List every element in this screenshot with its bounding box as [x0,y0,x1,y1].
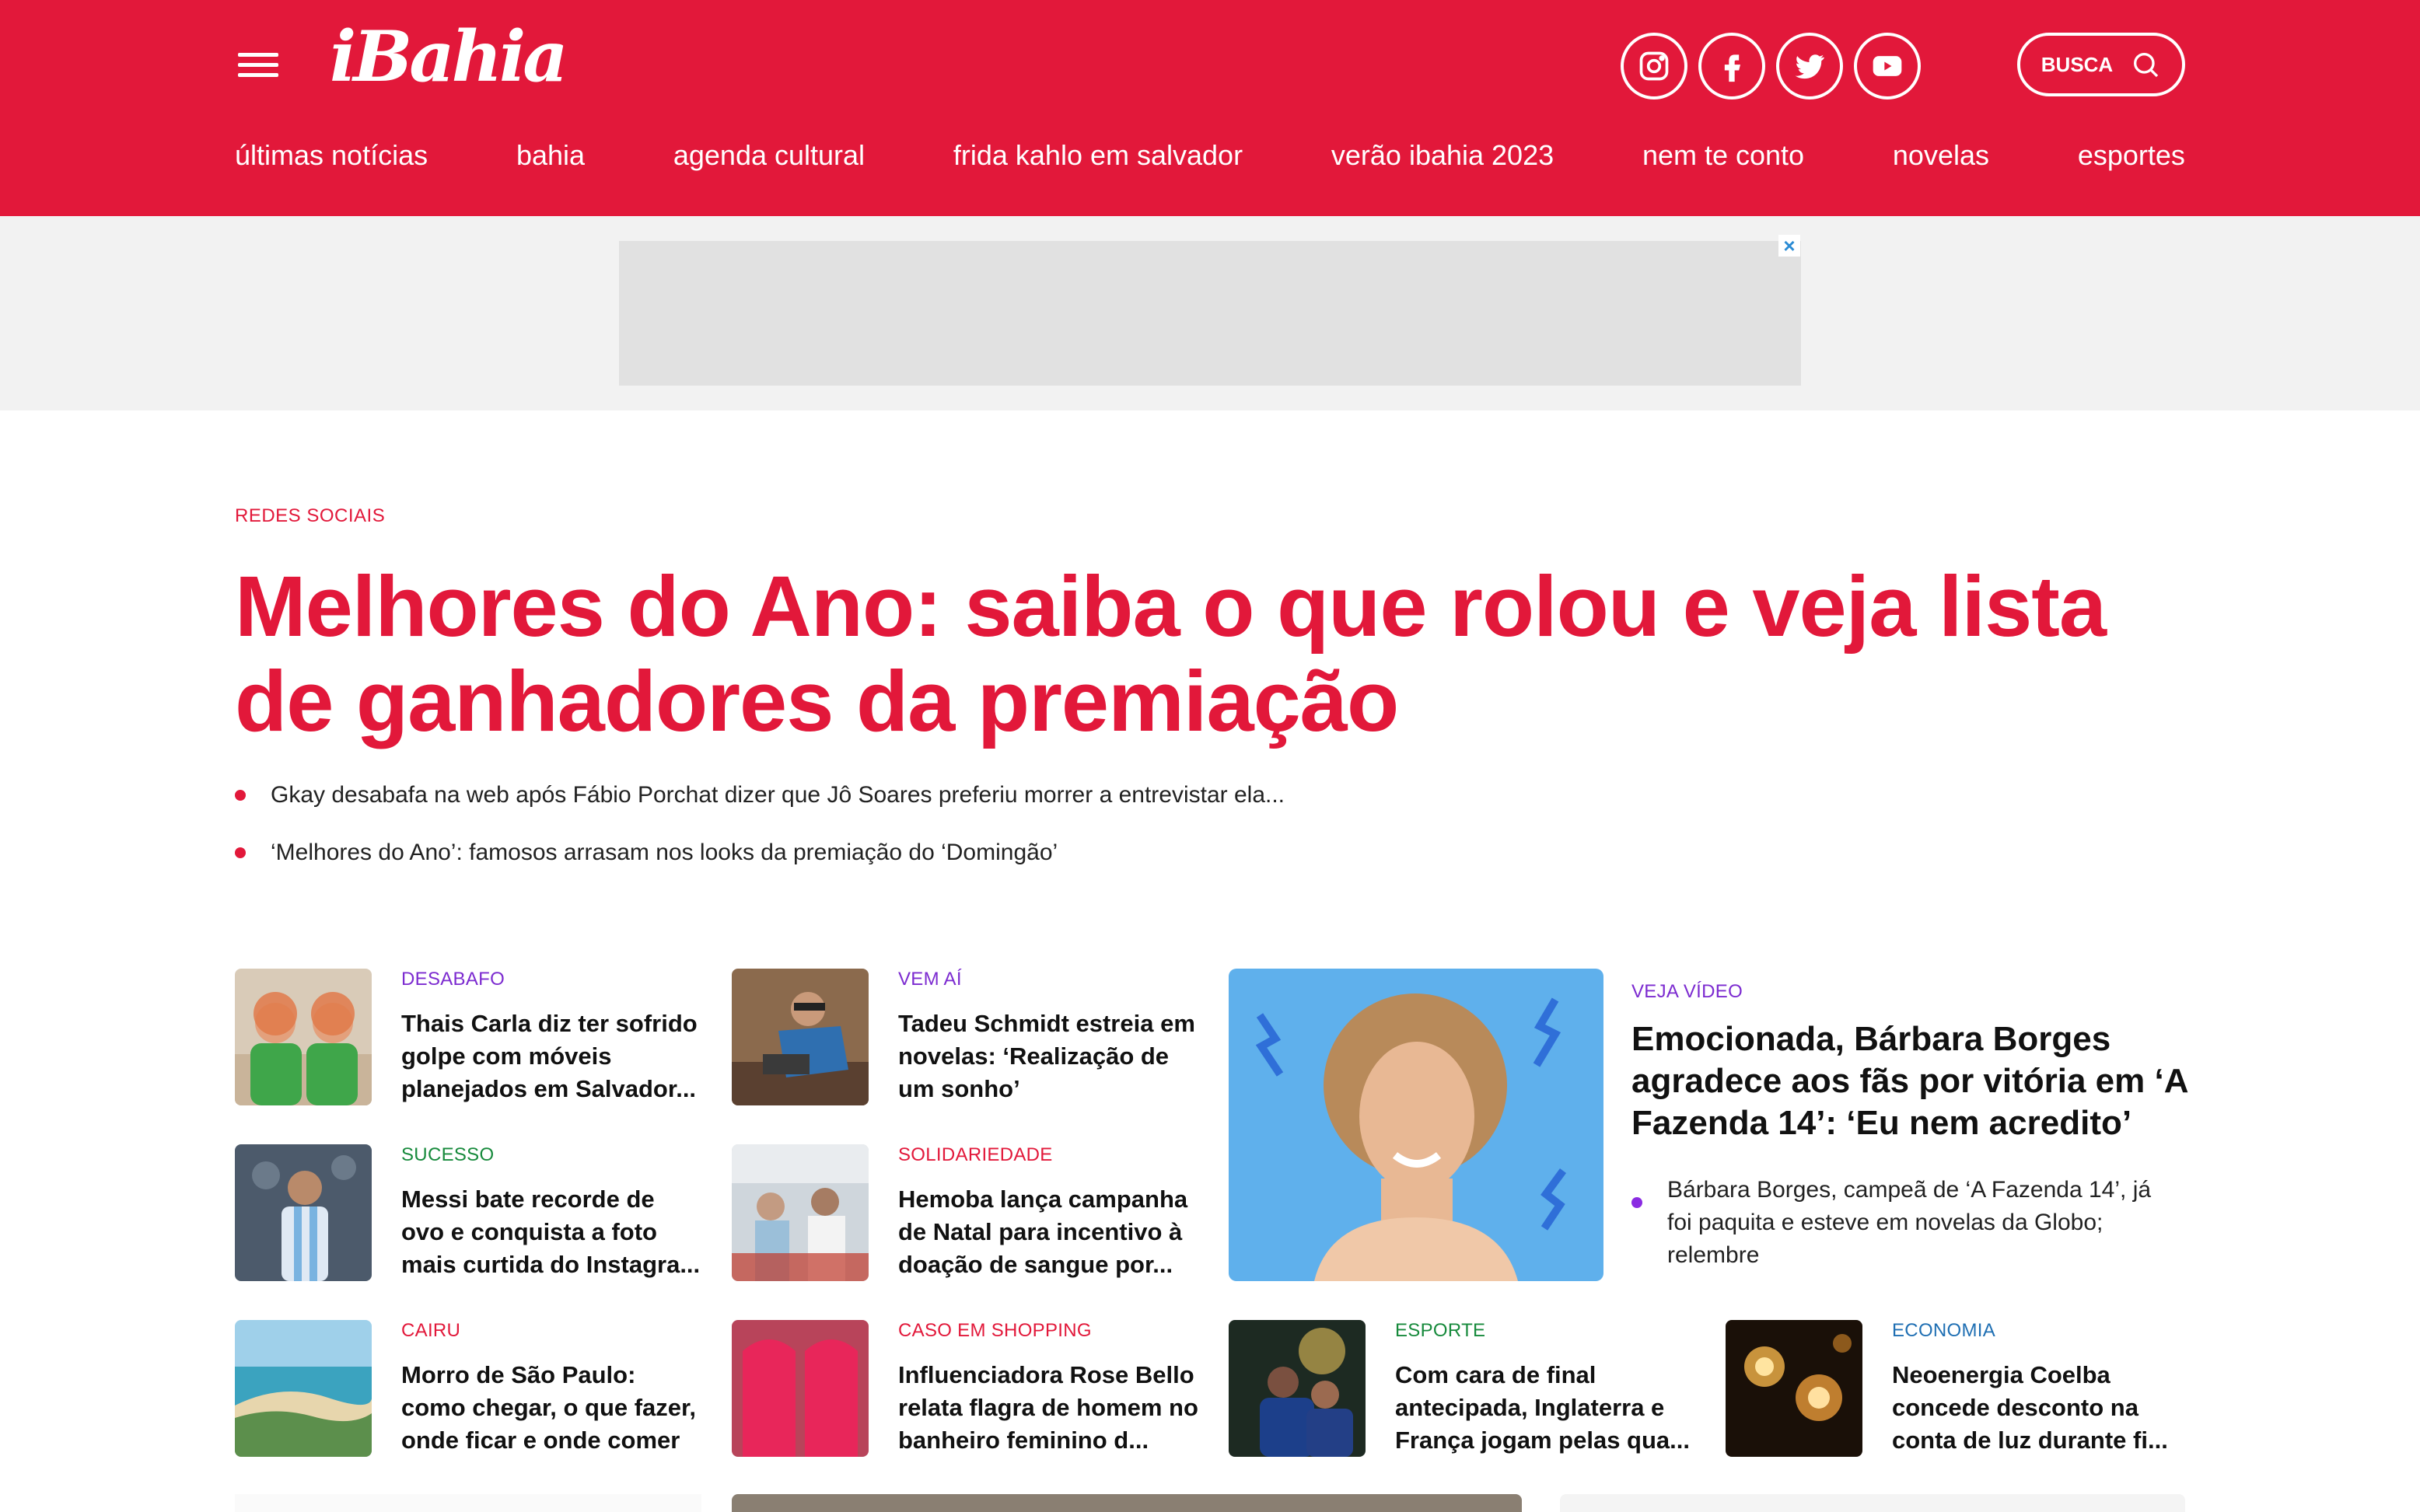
card-kicker: CAIRU [401,1320,461,1341]
feature-related-text: Bárbara Borges, campeã de ‘A Fazenda 14’… [1667,1177,2152,1268]
bullet-icon [235,847,246,858]
card-thumbnail [235,969,372,1105]
partial-card[interactable] [1560,1494,2185,1512]
nav-frida-kahlo[interactable]: frida kahlo em salvador [953,139,1243,172]
card-kicker: CASO EM SHOPPING [898,1320,1092,1341]
card-title: Influenciadora Rose Bello relata flagra … [898,1361,1198,1454]
card-kicker: ECONOMIA [1892,1320,1996,1341]
card-thumbnail [732,1320,869,1457]
news-card[interactable]: DESABAFO Thais Carla diz ter sofrido gol… [235,969,701,1107]
news-card[interactable]: SUCESSO Messi bate recorde de ovo e conq… [235,1144,701,1283]
card-title: Thais Carla diz ter sofrido golpe com mó… [401,1010,698,1102]
card-title: Neoenergia Coelba concede desconto na co… [1892,1361,2168,1454]
card-kicker: VEM AÍ [898,969,962,990]
feature-title[interactable]: Emocionada, Bárbara Borges agradece aos … [1631,1018,2191,1144]
nav-ultimas-noticias[interactable]: últimas notícias [235,139,428,172]
bullet-icon [235,790,246,801]
ad-close-icon[interactable]: × [1778,235,1800,257]
card-kicker: SOLIDARIEDADE [898,1144,1053,1165]
card-thumbnail [235,1320,372,1457]
search-icon [2134,53,2159,78]
card-title: Tadeu Schmidt estreia em novelas: ‘Reali… [898,1010,1195,1102]
youtube-icon[interactable] [1854,33,1921,100]
main-nav: últimas notícias bahia agenda cultural f… [235,132,2185,179]
news-card[interactable]: SOLIDARIEDADE Hemoba lança campanha de N… [732,1144,1198,1283]
nav-nem-te-conto[interactable]: nem te conto [1642,139,1804,172]
instagram-icon[interactable] [1621,33,1687,100]
nav-agenda-cultural[interactable]: agenda cultural [673,139,865,172]
site-logo[interactable]: iBahia [330,22,568,92]
card-kicker: SUCESSO [401,1144,495,1165]
headline-kicker[interactable]: REDES SOCIAIS [235,505,385,527]
feature-video-thumbnail[interactable] [1229,969,1603,1281]
card-kicker: ESPORTE [1395,1320,1486,1341]
card-title: Messi bate recorde de ovo e conquista a … [401,1186,701,1278]
partial-card-image[interactable] [732,1494,1522,1512]
card-thumbnail [732,969,869,1105]
nav-bahia[interactable]: bahia [516,139,585,172]
related-link-text: Gkay desabafa na web após Fábio Porchat … [271,782,1285,808]
card-kicker: DESABAFO [401,969,505,990]
feature-kicker: VEJA VÍDEO [1631,981,1743,1002]
card-thumbnail [732,1144,869,1281]
news-card[interactable]: ECONOMIA Neoenergia Coelba concede desco… [1726,1320,2192,1458]
related-link[interactable]: ‘Melhores do Ano’: famosos arrasam nos l… [235,840,1790,866]
news-card[interactable]: CASO EM SHOPPING Influenciadora Rose Bel… [732,1320,1198,1458]
news-card[interactable]: VEM AÍ Tadeu Schmidt estreia em novelas:… [732,969,1198,1107]
related-link-text: ‘Melhores do Ano’: famosos arrasam nos l… [271,840,1058,865]
news-card[interactable]: CAIRU Morro de São Paulo: como chegar, o… [235,1320,701,1458]
card-thumbnail [1229,1320,1366,1457]
ad-band [0,216,2420,410]
main-headline[interactable]: Melhores do Ano: saiba o que rolou e vej… [235,560,2210,749]
facebook-icon[interactable] [1698,33,1765,100]
nav-esportes[interactable]: esportes [2078,139,2185,172]
card-title: Com cara de final antecipada, Inglaterra… [1395,1361,1691,1454]
card-title: Morro de São Paulo: como chegar, o que f… [401,1361,697,1454]
card-thumbnail [1726,1320,1862,1457]
partial-card[interactable] [235,1494,701,1512]
menu-icon[interactable] [238,51,278,79]
feature-related-link[interactable]: Bárbara Borges, campeã de ‘A Fazenda 14’… [1631,1174,2176,1272]
news-card[interactable]: ESPORTE Com cara de final antecipada, In… [1229,1320,1695,1458]
ad-banner[interactable] [619,241,1801,386]
site-header: iBahia BUSCA últimas notícias bahia agen… [0,0,2420,216]
search-button[interactable]: BUSCA [2017,33,2185,96]
related-link[interactable]: Gkay desabafa na web após Fábio Porchat … [235,782,1790,808]
search-label: BUSCA [2041,52,2114,76]
card-title: Hemoba lança campanha de Natal para ince… [898,1186,1188,1278]
nav-novelas[interactable]: novelas [1893,139,1989,172]
nav-verao-ibahia[interactable]: verão ibahia 2023 [1331,139,1554,172]
card-thumbnail [235,1144,372,1281]
twitter-icon[interactable] [1776,33,1843,100]
bullet-icon [1631,1197,1642,1208]
